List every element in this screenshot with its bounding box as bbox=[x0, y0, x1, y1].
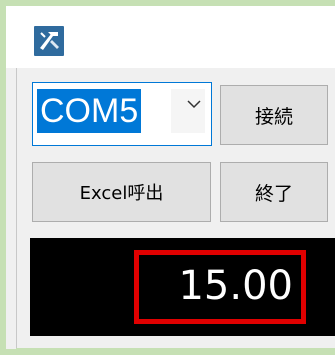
exit-button[interactable]: 終了 bbox=[220, 162, 328, 222]
port-select[interactable]: COM5 bbox=[32, 82, 212, 146]
measurement-value: 15.00 bbox=[134, 250, 306, 324]
port-select-value: COM5 bbox=[37, 89, 142, 133]
connect-button[interactable]: 接続 bbox=[220, 85, 328, 145]
caliper-icon bbox=[34, 26, 64, 56]
chevron-down-icon[interactable] bbox=[186, 96, 202, 112]
excel-open-button[interactable]: Excel呼出 bbox=[32, 162, 211, 222]
frame-bottom bbox=[16, 348, 335, 355]
title-bar bbox=[6, 6, 335, 68]
